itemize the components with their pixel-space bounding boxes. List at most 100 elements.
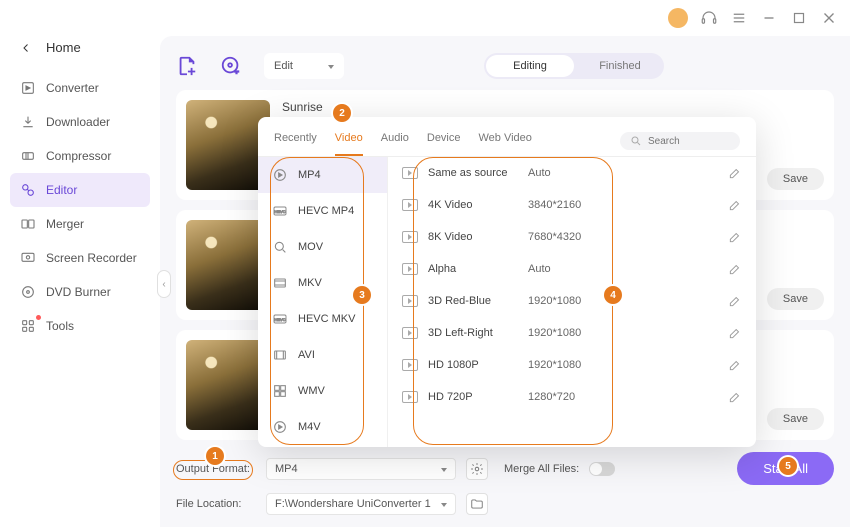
- format-item-m4v[interactable]: M4V: [258, 409, 387, 445]
- svg-text:HEVC: HEVC: [274, 209, 285, 214]
- add-dvd-button[interactable]: [220, 52, 248, 80]
- resolution-item[interactable]: 3D Red-Blue1920*1080: [388, 285, 756, 317]
- popup-tab-device[interactable]: Device: [427, 132, 461, 156]
- pill-finished[interactable]: Finished: [576, 53, 664, 79]
- minimize-icon[interactable]: [760, 9, 778, 27]
- collapse-sidebar-button[interactable]: ‹: [157, 270, 171, 298]
- dvd-icon: [20, 284, 36, 300]
- popup-tab-recently[interactable]: Recently: [274, 132, 317, 156]
- sidebar-item-downloader[interactable]: Downloader: [10, 105, 150, 139]
- mode-select[interactable]: Edit: [264, 53, 344, 79]
- mode-select-label: Edit: [274, 60, 293, 72]
- play-box-icon: [402, 231, 418, 243]
- sidebar-item-merger[interactable]: Merger: [10, 207, 150, 241]
- sidebar-item-label: Compressor: [46, 149, 111, 163]
- settings-icon[interactable]: [466, 458, 488, 480]
- recorder-icon: [20, 250, 36, 266]
- sidebar-item-label: Tools: [46, 319, 74, 333]
- annotation-badge-2: 2: [333, 104, 351, 122]
- sidebar-item-recorder[interactable]: Screen Recorder: [10, 241, 150, 275]
- file-location-select[interactable]: F:\Wondershare UniConverter 1: [266, 493, 456, 515]
- annotation-badge-1: 1: [206, 447, 224, 465]
- format-icon: HEVC: [272, 311, 288, 327]
- pill-editing[interactable]: Editing: [486, 55, 574, 77]
- popup-tab-video[interactable]: Video: [335, 132, 363, 156]
- sidebar-item-label: DVD Burner: [46, 285, 111, 299]
- resolution-item[interactable]: 3D Left-Right1920*1080: [388, 317, 756, 349]
- maximize-icon[interactable]: [790, 9, 808, 27]
- search-input[interactable]: [648, 136, 728, 147]
- pencil-icon[interactable]: [728, 390, 742, 404]
- menu-icon[interactable]: [730, 9, 748, 27]
- play-box-icon: [402, 199, 418, 211]
- search-icon: [630, 135, 642, 147]
- editor-icon: [20, 182, 36, 198]
- sidebar-item-tools[interactable]: Tools: [10, 309, 150, 343]
- search-wrapper: [620, 132, 740, 150]
- sidebar-item-label: Downloader: [46, 115, 110, 129]
- format-item-avi[interactable]: AVI: [258, 337, 387, 373]
- pencil-icon[interactable]: [728, 166, 742, 180]
- popup-tab-webvideo[interactable]: Web Video: [479, 132, 532, 156]
- merge-all-toggle[interactable]: [589, 462, 615, 476]
- pencil-icon[interactable]: [728, 294, 742, 308]
- video-title: Sunrise: [282, 100, 323, 114]
- format-list: MP4 HEVCHEVC MP4 MOV MKV HEVCHEVC MKV AV…: [258, 157, 388, 447]
- resolution-item[interactable]: HD 720P1280*720: [388, 381, 756, 413]
- format-icon: [272, 383, 288, 399]
- format-icon: [272, 419, 288, 435]
- format-item-mp4[interactable]: MP4: [258, 157, 387, 193]
- save-button[interactable]: Save: [767, 408, 824, 430]
- save-button[interactable]: Save: [767, 168, 824, 190]
- sidebar-item-converter[interactable]: Converter: [10, 71, 150, 105]
- format-popup: Recently Video Audio Device Web Video MP…: [258, 117, 756, 447]
- sidebar-item-label: Converter: [46, 81, 99, 95]
- annotation-badge-4: 4: [604, 286, 622, 304]
- merger-icon: [20, 216, 36, 232]
- headset-icon[interactable]: [700, 9, 718, 27]
- sidebar-item-editor[interactable]: Editor: [10, 173, 150, 207]
- format-item-mov[interactable]: MOV: [258, 229, 387, 265]
- close-icon[interactable]: [820, 9, 838, 27]
- pencil-icon[interactable]: [728, 262, 742, 276]
- save-button[interactable]: Save: [767, 288, 824, 310]
- chevron-down-icon: [441, 498, 447, 510]
- resolution-item[interactable]: 8K Video7680*4320: [388, 221, 756, 253]
- pencil-icon[interactable]: [728, 198, 742, 212]
- pencil-icon[interactable]: [728, 326, 742, 340]
- resolution-list: Same as sourceAuto 4K Video3840*2160 8K …: [388, 157, 756, 447]
- resolution-item[interactable]: AlphaAuto: [388, 253, 756, 285]
- sidebar-item-label: Merger: [46, 217, 84, 231]
- resolution-item[interactable]: HD 1080P1920*1080: [388, 349, 756, 381]
- file-location-label: File Location:: [176, 498, 256, 510]
- tools-icon: [20, 318, 36, 334]
- play-box-icon: [402, 327, 418, 339]
- format-icon: [272, 239, 288, 255]
- format-item-hevc-mkv[interactable]: HEVCHEVC MKV: [258, 301, 387, 337]
- back-home[interactable]: Home: [10, 36, 150, 71]
- converter-icon: [20, 80, 36, 96]
- sidebar-item-dvd[interactable]: DVD Burner: [10, 275, 150, 309]
- sidebar-item-compressor[interactable]: Compressor: [10, 139, 150, 173]
- format-item-hevc-mp4[interactable]: HEVCHEVC MP4: [258, 193, 387, 229]
- play-box-icon: [402, 263, 418, 275]
- avatar[interactable]: [668, 8, 688, 28]
- add-file-button[interactable]: [176, 52, 204, 80]
- popup-tab-audio[interactable]: Audio: [381, 132, 409, 156]
- pencil-icon[interactable]: [728, 358, 742, 372]
- merge-all-label: Merge All Files:: [504, 463, 579, 475]
- sidebar-item-label: Screen Recorder: [46, 251, 137, 265]
- sidebar-item-label: Editor: [46, 183, 77, 197]
- format-item-wmv[interactable]: WMV: [258, 373, 387, 409]
- open-folder-icon[interactable]: [466, 493, 488, 515]
- pencil-icon[interactable]: [728, 230, 742, 244]
- play-box-icon: [402, 359, 418, 371]
- format-icon: HEVC: [272, 203, 288, 219]
- play-box-icon: [402, 391, 418, 403]
- sidebar: Home Converter Downloader Compressor Edi…: [0, 36, 160, 527]
- play-box-icon: [402, 295, 418, 307]
- resolution-item[interactable]: Same as sourceAuto: [388, 157, 756, 189]
- chevron-down-icon: [441, 463, 447, 475]
- output-format-select[interactable]: MP4: [266, 458, 456, 480]
- resolution-item[interactable]: 4K Video3840*2160: [388, 189, 756, 221]
